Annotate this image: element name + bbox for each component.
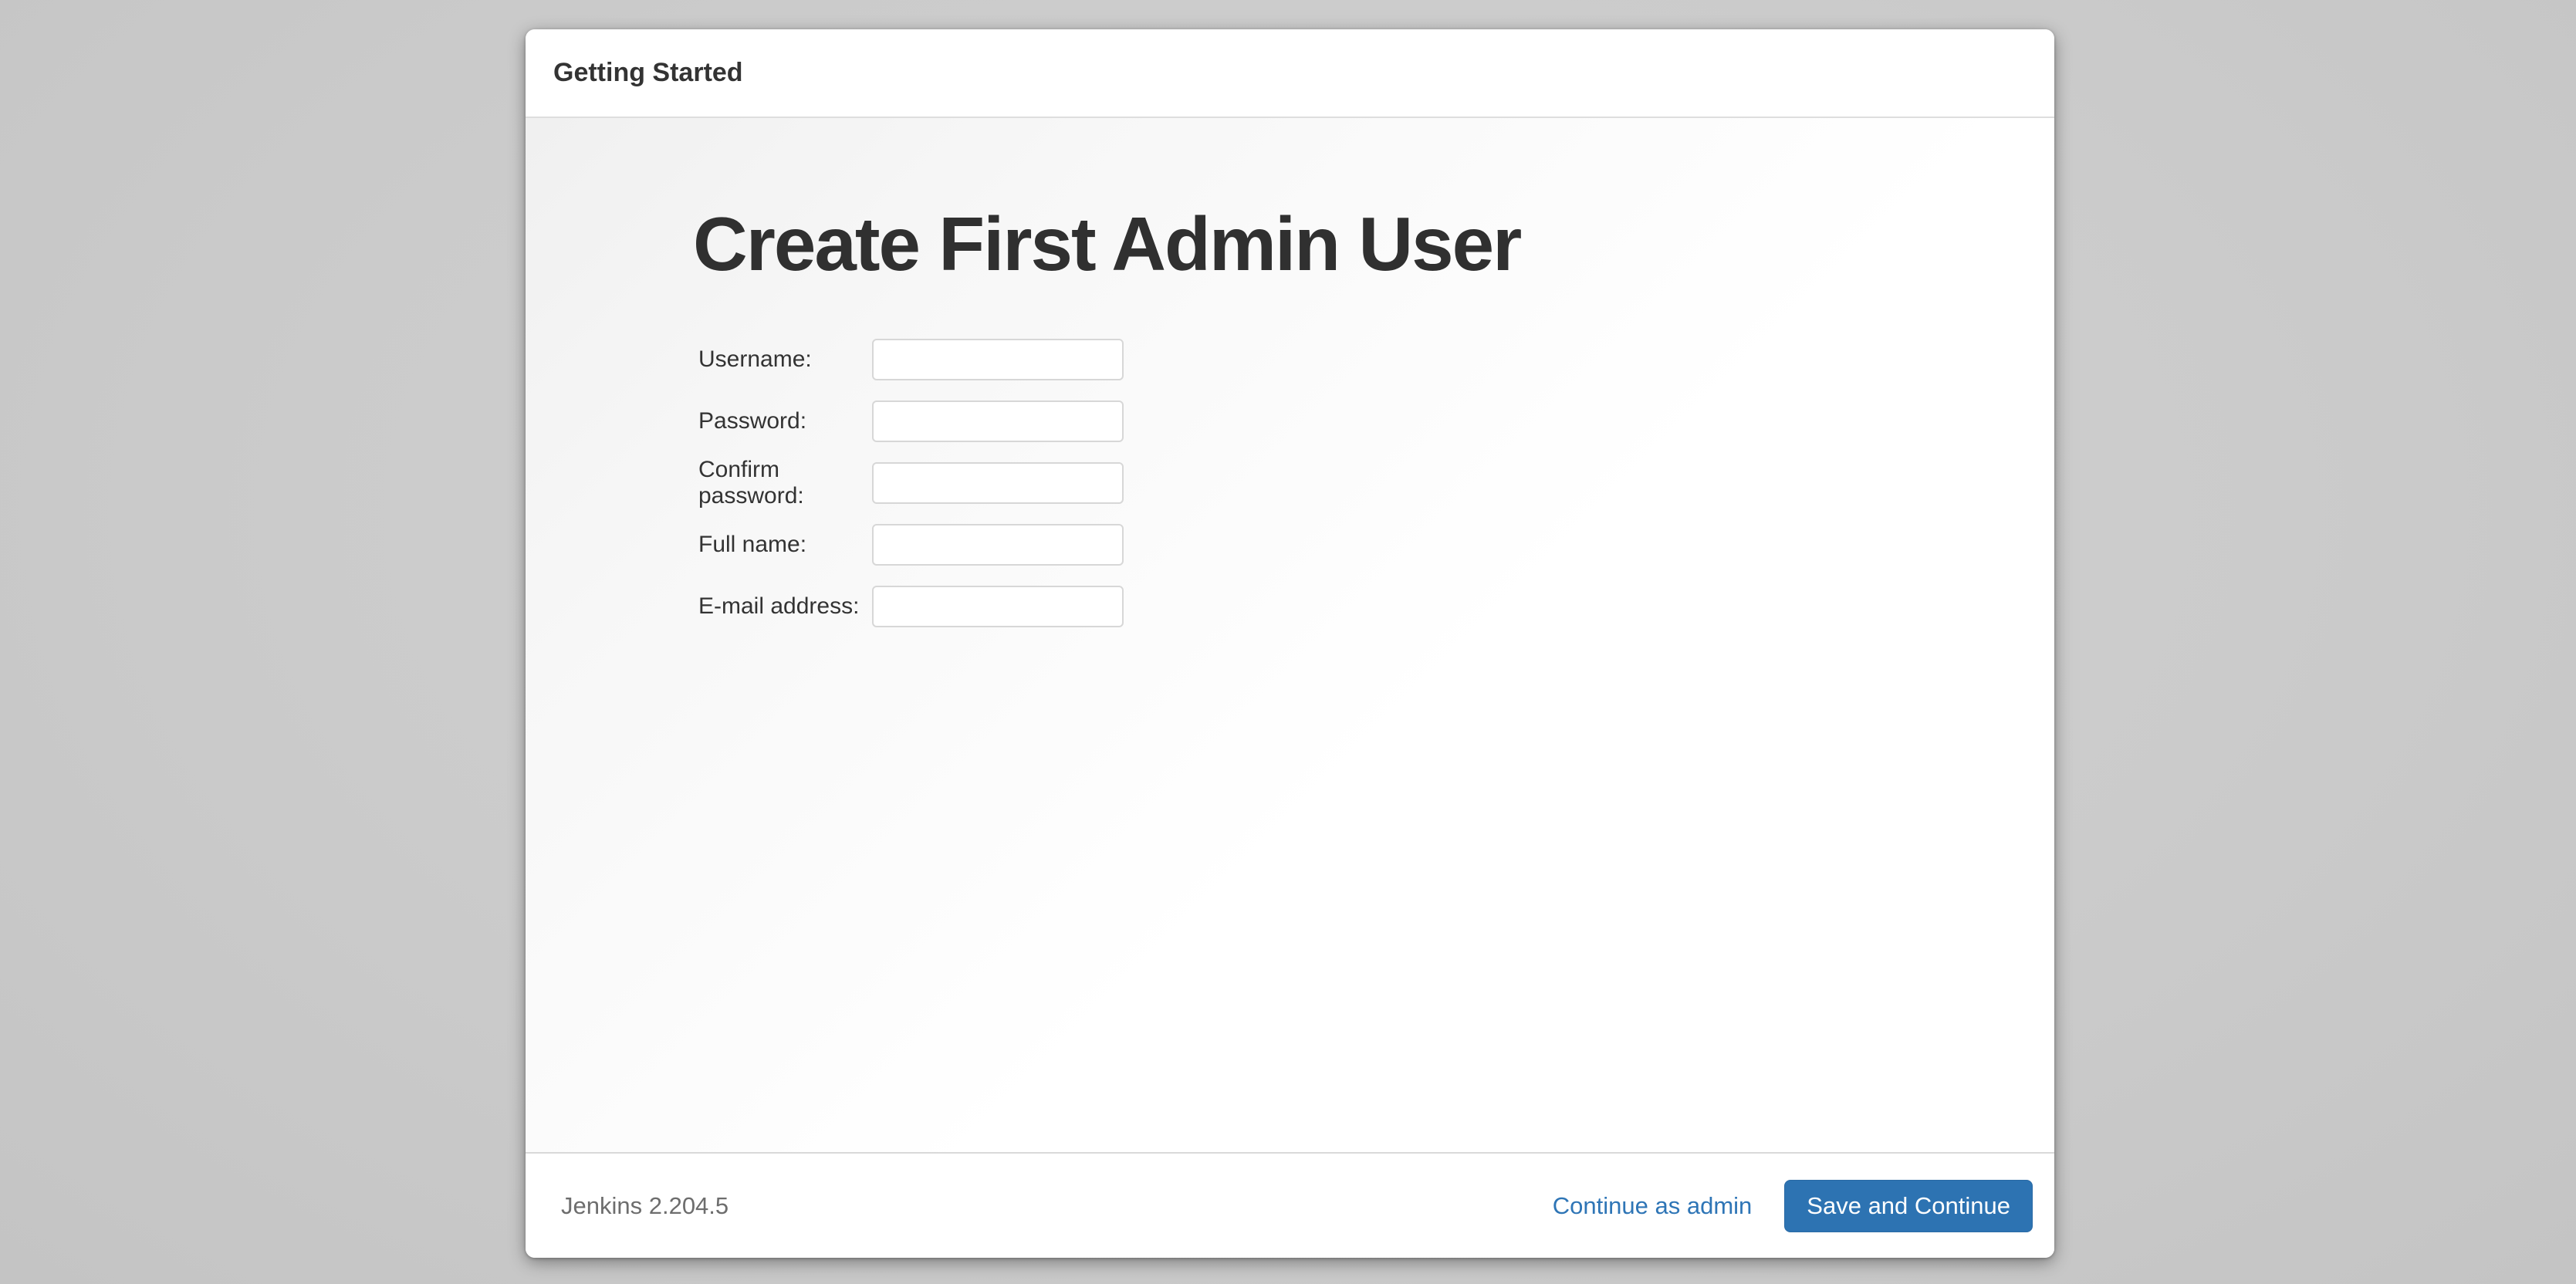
form-row-full-name: Full name: <box>698 524 1124 566</box>
password-input[interactable] <box>872 400 1124 442</box>
dialog-body: Create First Admin User Username: Passwo… <box>526 118 2054 1152</box>
full-name-input[interactable] <box>872 524 1124 566</box>
continue-as-admin-link[interactable]: Continue as admin <box>1553 1192 1753 1220</box>
email-input[interactable] <box>872 586 1124 627</box>
dialog-footer: Jenkins 2.204.5 Continue as admin Save a… <box>526 1152 2054 1258</box>
confirm-password-input[interactable] <box>872 462 1124 504</box>
username-input[interactable] <box>872 339 1124 380</box>
jenkins-version-label: Jenkins 2.204.5 <box>561 1192 729 1220</box>
password-label: Password: <box>698 408 872 434</box>
confirm-password-label: Confirm password: <box>698 457 872 509</box>
form-row-password: Password: <box>698 400 1124 442</box>
full-name-label: Full name: <box>698 532 872 558</box>
page-title: Create First Admin User <box>526 118 2054 284</box>
username-label: Username: <box>698 346 872 373</box>
getting-started-dialog: Getting Started Create First Admin User … <box>526 29 2054 1258</box>
form-row-email: E-mail address: <box>698 586 1124 627</box>
form-row-confirm-password: Confirm password: <box>698 462 1124 504</box>
save-and-continue-button[interactable]: Save and Continue <box>1784 1180 2033 1232</box>
desktop-background: { "window": { "title": "Getting Started"… <box>0 0 2576 1284</box>
form-row-username: Username: <box>698 339 1124 380</box>
email-label: E-mail address: <box>698 593 872 620</box>
dialog-title: Getting Started <box>553 58 743 88</box>
admin-user-form: Username: Password: Confirm password: Fu… <box>698 339 1124 647</box>
dialog-header: Getting Started <box>526 29 2054 118</box>
